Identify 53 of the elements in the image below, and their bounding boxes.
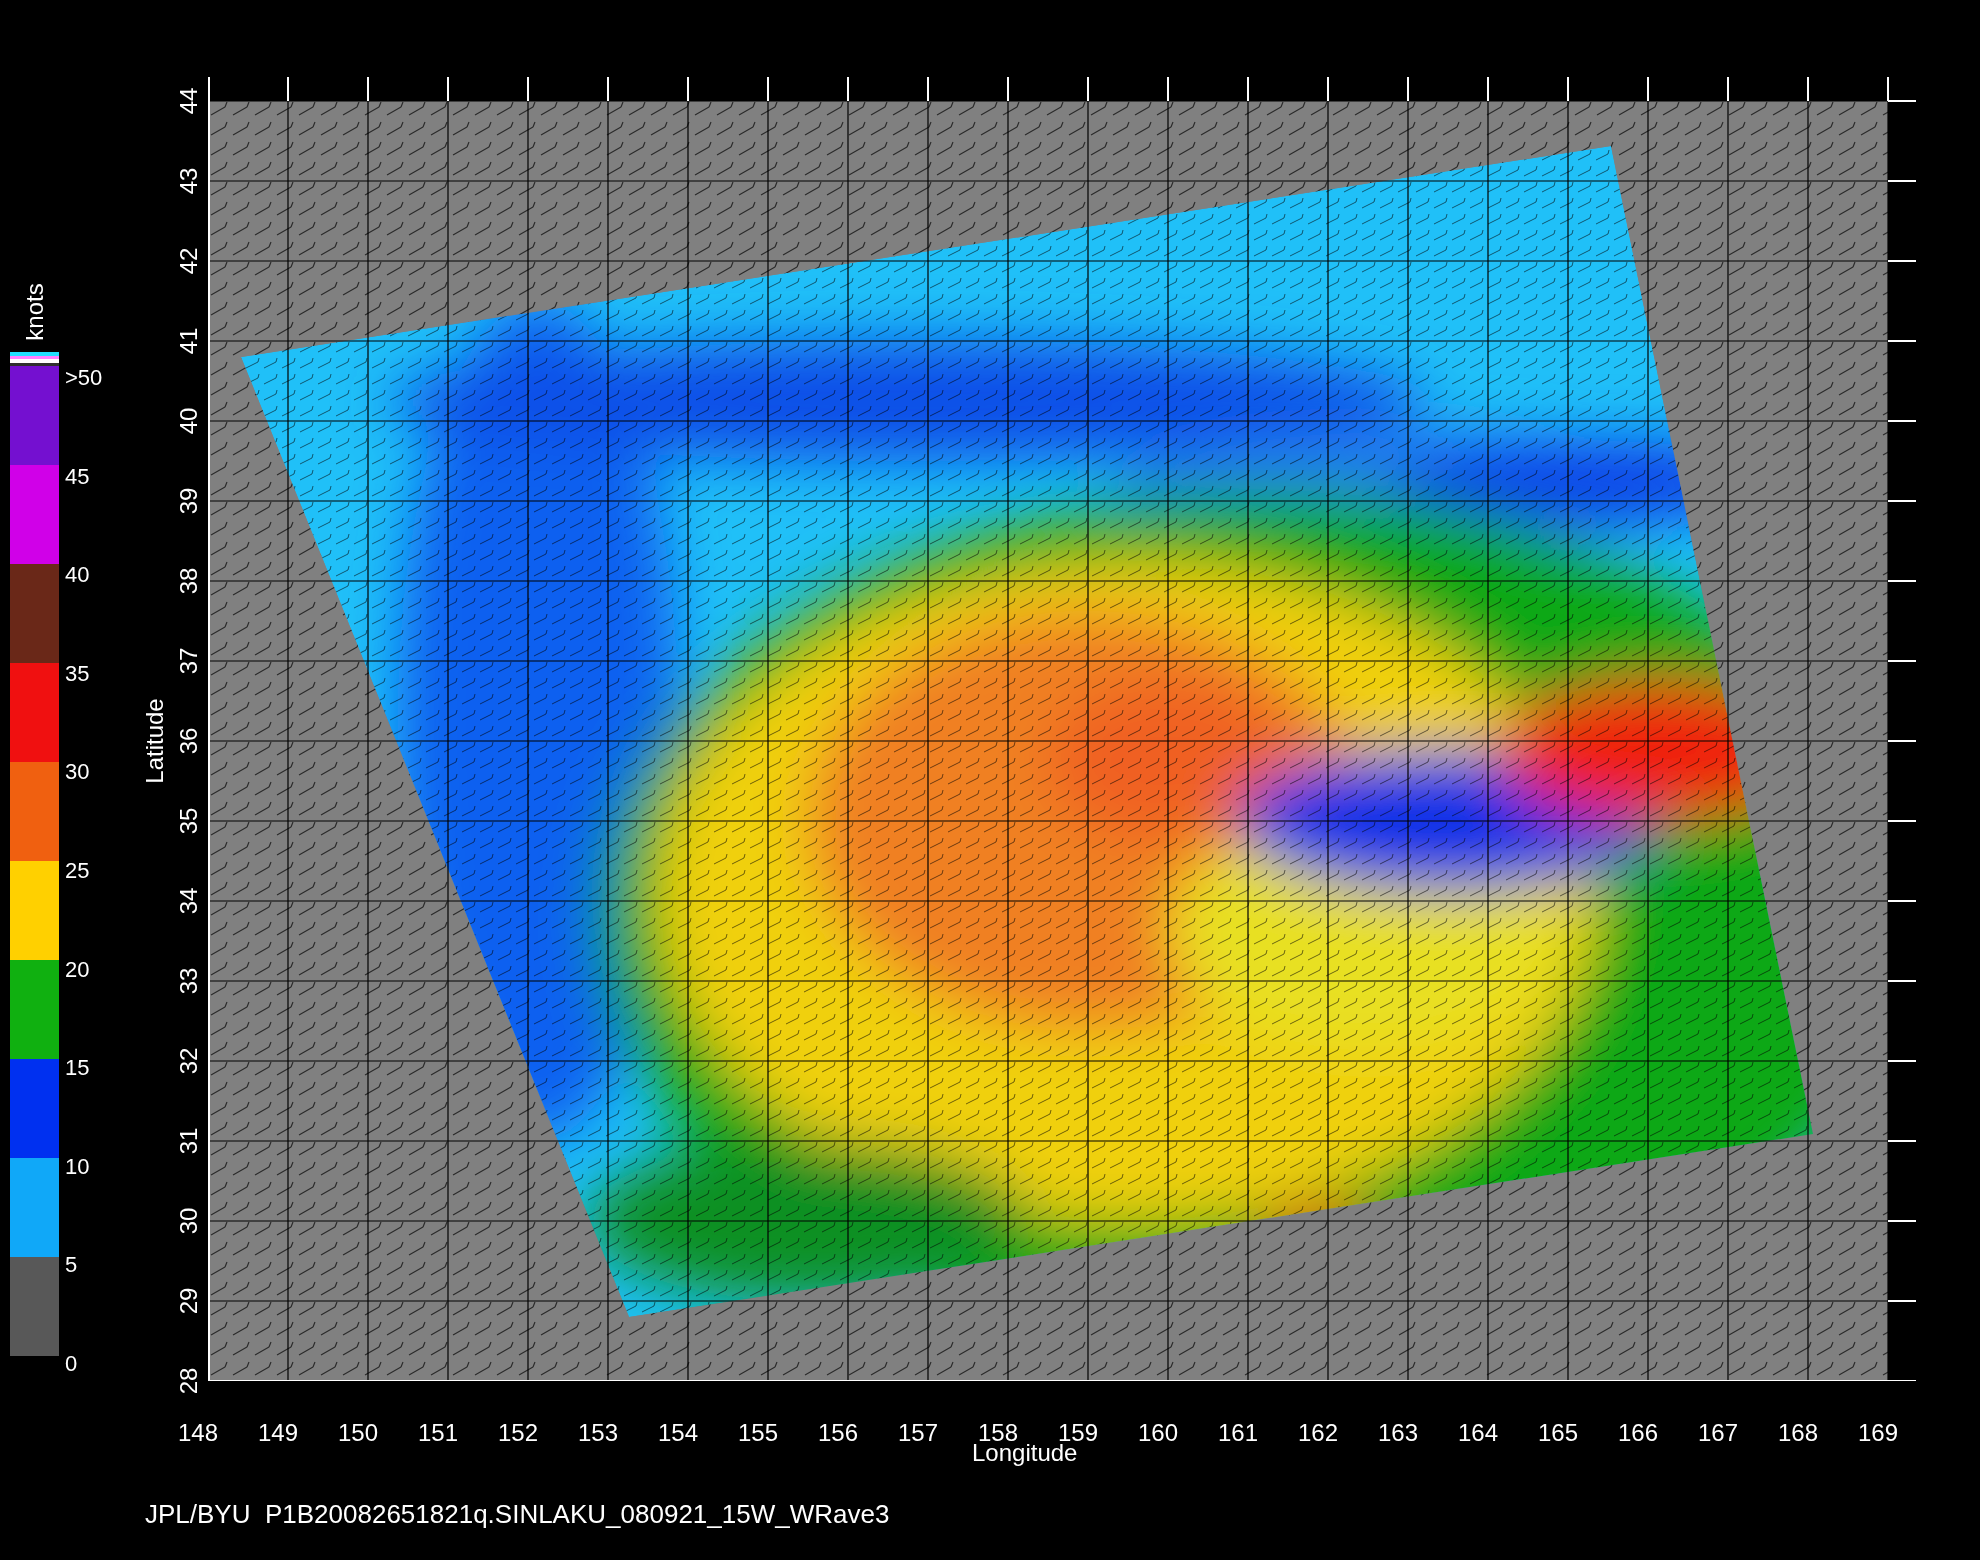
tick-label: 43 [175, 167, 203, 195]
tick-label: 152 [496, 1419, 539, 1447]
scale-label: >50 [65, 366, 103, 390]
tick-label: 160 [1136, 1419, 1179, 1447]
tick-label: 30 [175, 1207, 203, 1235]
tick-label: 168 [1776, 1419, 1819, 1447]
tick-label: 156 [816, 1419, 859, 1447]
scale-label: 35 [65, 661, 91, 686]
caption: JPL/BYU P1B20082651821q.SINLAKU_080921_15W_WRave3 [145, 1499, 890, 1530]
tick-label: 153 [576, 1419, 619, 1447]
tick-label: 154 [656, 1419, 699, 1447]
tick-label: 162 [1296, 1419, 1339, 1447]
tick-label: 34 [175, 887, 203, 915]
tick-label: 169 [1856, 1419, 1899, 1447]
tick-label: 33 [175, 967, 203, 995]
tick-label: 149 [256, 1419, 299, 1447]
tick-label: 148 [176, 1419, 219, 1447]
tick-label: 165 [1536, 1419, 1579, 1447]
tick-label: 29 [175, 1287, 203, 1315]
tick-label: 167 [1696, 1419, 1739, 1447]
tick-label: 28 [175, 1367, 203, 1395]
scale-label: 45 [65, 464, 91, 489]
unit-label: knots [20, 283, 49, 341]
scale-label: 30 [65, 760, 91, 785]
tick-label: 38 [175, 567, 203, 595]
tick-label: 164 [1456, 1419, 1499, 1447]
tick-label: 163 [1376, 1419, 1419, 1447]
tick-label: 150 [336, 1419, 379, 1447]
scale-label: 5 [65, 1253, 79, 1278]
colorbar-cap-stripes [10, 352, 59, 366]
tick-label: 161 [1216, 1419, 1259, 1447]
axis-title: Latitude [141, 698, 169, 784]
scale-label: 0 [65, 1351, 79, 1376]
scale-label: 40 [65, 563, 91, 588]
tick-label: 40 [175, 407, 203, 435]
tick-label: 39 [175, 487, 203, 515]
tick-label: 158 [977, 1419, 1018, 1446]
tick-label: 44 [175, 87, 203, 115]
tick-label: 35 [175, 807, 203, 835]
scale-label: 10 [65, 1154, 91, 1179]
tick-label: 155 [736, 1419, 779, 1447]
tick-label: 31 [175, 1127, 203, 1155]
scale-label: 20 [65, 957, 91, 982]
scale-label: 25 [65, 858, 91, 883]
tick-label: 41 [175, 327, 203, 355]
tick-label: 42 [175, 247, 203, 275]
tick-label: 36 [175, 727, 203, 755]
tick-label: 166 [1616, 1419, 1659, 1447]
tick-label: 32 [175, 1047, 203, 1075]
tick-label: 157 [896, 1419, 939, 1447]
scale-label: 15 [65, 1056, 91, 1081]
tick-label: 151 [416, 1419, 459, 1447]
tick-label: 37 [175, 647, 203, 675]
